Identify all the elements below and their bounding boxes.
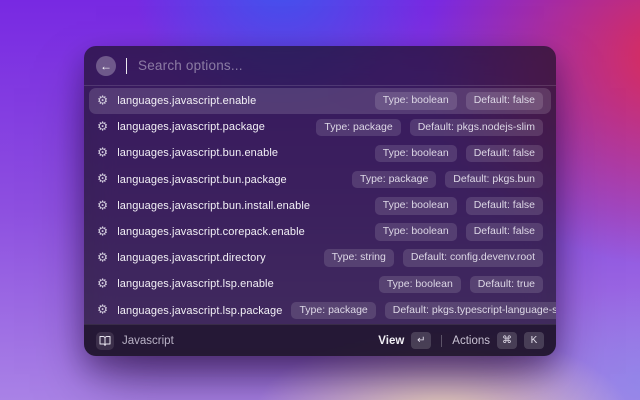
option-name: languages.javascript.lsp.package xyxy=(117,305,282,317)
default-badge: Default: pkgs.bun xyxy=(445,171,543,189)
type-badge: Type: boolean xyxy=(375,223,457,241)
option-name: languages.javascript.bun.enable xyxy=(117,147,278,159)
gear-icon: ⚙ xyxy=(97,173,108,186)
option-name: languages.javascript.package xyxy=(117,121,265,133)
badges: Type: boolean Default: false xyxy=(375,92,543,110)
default-badge: Default: false xyxy=(466,92,543,110)
badges: Type: package Default: pkgs.typescript-l… xyxy=(291,302,556,320)
option-row-languages-javascript-corepack-enable[interactable]: ⚙ languages.javascript.corepack.enable T… xyxy=(89,219,551,245)
default-badge: Default: false xyxy=(466,223,543,241)
default-badge: Default: config.devenv.root xyxy=(403,249,543,267)
search-bar: ← Search options... xyxy=(84,46,556,86)
type-badge: Type: boolean xyxy=(375,197,457,215)
badges: Type: package Default: pkgs.nodejs-slim xyxy=(316,119,543,137)
search-input[interactable]: Search options... xyxy=(138,58,243,73)
option-row-languages-javascript-bun-package[interactable]: ⚙ languages.javascript.bun.package Type:… xyxy=(89,167,551,193)
option-name: languages.javascript.bun.install.enable xyxy=(117,200,310,212)
options-list: ⚙ languages.javascript.enable Type: bool… xyxy=(84,86,556,324)
view-button[interactable]: View xyxy=(378,335,404,347)
option-row-languages-javascript-lsp-package[interactable]: ⚙ languages.javascript.lsp.package Type:… xyxy=(89,298,551,324)
option-row-languages-javascript-bun-install-enable[interactable]: ⚙ languages.javascript.bun.install.enabl… xyxy=(89,193,551,219)
badges: Type: boolean Default: false xyxy=(375,223,543,241)
type-badge: Type: package xyxy=(352,171,436,189)
option-row-languages-javascript-enable[interactable]: ⚙ languages.javascript.enable Type: bool… xyxy=(89,88,551,114)
badges: Type: string Default: config.devenv.root xyxy=(324,249,543,267)
option-row-languages-javascript-package[interactable]: ⚙ languages.javascript.package Type: pac… xyxy=(89,114,551,140)
gear-icon: ⚙ xyxy=(97,147,108,160)
option-row-languages-javascript-lsp-enable[interactable]: ⚙ languages.javascript.lsp.enable Type: … xyxy=(89,271,551,297)
option-name: languages.javascript.lsp.enable xyxy=(117,278,274,290)
option-name: languages.javascript.corepack.enable xyxy=(117,226,305,238)
context-label: Javascript xyxy=(122,335,174,347)
gear-icon: ⚙ xyxy=(97,121,108,134)
gear-icon: ⚙ xyxy=(97,94,108,107)
badges: Type: boolean Default: false xyxy=(375,145,543,163)
option-name: languages.javascript.bun.package xyxy=(117,174,287,186)
type-badge: Type: package xyxy=(316,119,400,137)
text-cursor xyxy=(126,58,127,74)
gear-icon: ⚙ xyxy=(97,225,108,238)
type-badge: Type: boolean xyxy=(375,92,457,110)
badges: Type: package Default: pkgs.bun xyxy=(352,171,543,189)
actions-button[interactable]: Actions xyxy=(452,335,490,347)
default-badge: Default: pkgs.nodejs-slim xyxy=(410,119,543,137)
badges: Type: boolean Default: false xyxy=(375,197,543,215)
type-badge: Type: boolean xyxy=(375,145,457,163)
default-badge: Default: true xyxy=(470,276,543,294)
search-options-dialog: ← Search options... ⚙ languages.javascri… xyxy=(84,46,556,356)
type-badge: Type: package xyxy=(291,302,375,320)
back-button[interactable]: ← xyxy=(96,56,116,76)
default-badge: Default: false xyxy=(466,197,543,215)
option-row-languages-javascript-directory[interactable]: ⚙ languages.javascript.directory Type: s… xyxy=(89,245,551,271)
k-key-badge: K xyxy=(524,332,544,349)
option-name: languages.javascript.directory xyxy=(117,252,266,264)
cmd-key-badge: ⌘ xyxy=(497,332,517,349)
arrow-left-icon: ← xyxy=(100,60,112,72)
footer-actions-group: View ↵ Actions ⌘ K xyxy=(378,332,544,349)
option-name: languages.javascript.enable xyxy=(117,95,256,107)
book-open-icon xyxy=(96,332,114,350)
gear-icon: ⚙ xyxy=(97,278,108,291)
footer-divider xyxy=(441,335,442,347)
option-row-languages-javascript-bun-enable[interactable]: ⚙ languages.javascript.bun.enable Type: … xyxy=(89,140,551,166)
dialog-footer: Javascript View ↵ Actions ⌘ K xyxy=(84,324,556,356)
badges: Type: boolean Default: true xyxy=(379,276,543,294)
default-badge: Default: pkgs.typescript-language-serve.… xyxy=(385,302,556,320)
type-badge: Type: boolean xyxy=(379,276,461,294)
gear-icon: ⚙ xyxy=(97,251,108,264)
gear-icon: ⚙ xyxy=(97,199,108,212)
default-badge: Default: false xyxy=(466,145,543,163)
gear-icon: ⚙ xyxy=(97,304,108,317)
type-badge: Type: string xyxy=(324,249,394,267)
return-key-badge: ↵ xyxy=(411,332,431,349)
